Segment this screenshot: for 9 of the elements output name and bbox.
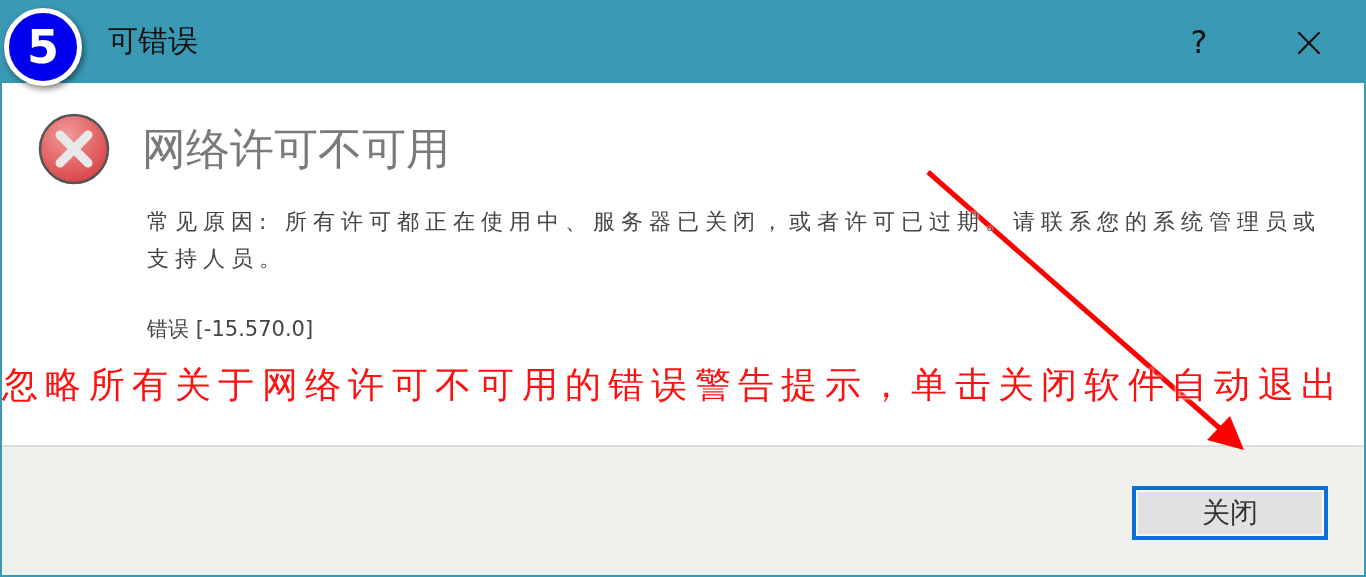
error-icon <box>38 113 110 185</box>
close-dialog-button[interactable]: 关闭 <box>1132 486 1328 540</box>
close-button[interactable]: × <box>1254 6 1364 77</box>
annotation-text: 忽略所有关于网络许可不可用的错误警告提示，单击关闭软件自动退出 <box>2 363 1345 407</box>
help-button[interactable]: ? <box>1144 6 1254 77</box>
error-message: 常见原因: 所有许可都正在使用中、服务器已关闭，或者许可已过期。请联系您的系统管理员或支持人员。 <box>147 208 1322 273</box>
error-code: 错误 [-15.570.0] <box>147 316 315 343</box>
error-heading: 网络许可不可用 <box>142 121 450 176</box>
window-title: 可错误 <box>108 22 198 60</box>
